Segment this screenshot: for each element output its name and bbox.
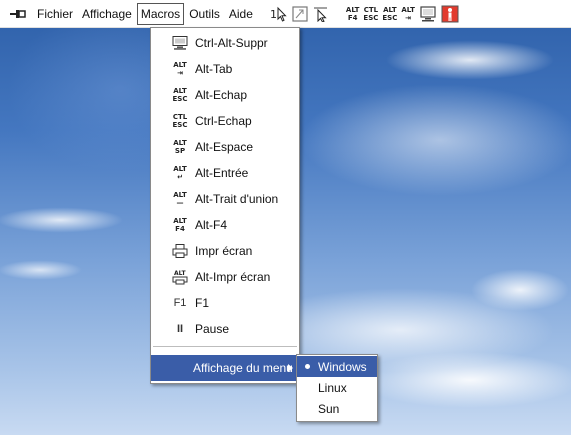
menu-item-label: F1: [195, 296, 210, 310]
alt-f4-icon[interactable]: ALT F4: [346, 3, 360, 25]
submenu-arrow-icon: [288, 364, 293, 372]
submenu-item-label: Windows: [318, 359, 367, 374]
menu-item-label: Affichage du menu: [193, 361, 293, 375]
menu-item-alt-tab[interactable]: ALT ⇥ Alt-Tab: [151, 56, 299, 82]
alt-esc-icon: ALT ESC: [172, 87, 188, 103]
submenu-item-label: Linux: [318, 380, 347, 395]
menu-item-label: Alt-Impr écran: [195, 270, 271, 284]
menu-outils[interactable]: Outils: [185, 3, 224, 25]
alt-space-icon: ALT SP: [173, 139, 187, 155]
alt-tab-icon: ALT ⇥: [173, 61, 187, 77]
menu-separator: [153, 346, 297, 347]
menu-item-ctrl-echap[interactable]: CTL ESC Ctrl-Echap: [151, 108, 299, 134]
submenu-item-linux[interactable]: Linux: [297, 377, 377, 398]
monitor-icon[interactable]: [419, 3, 437, 25]
menu-item-pause[interactable]: II Pause: [151, 316, 299, 342]
alt-printer-icon: ALT: [171, 269, 189, 285]
menu-item-label: Alt-Entrée: [195, 166, 249, 180]
alt-f4-icon: ALT F4: [173, 217, 187, 233]
menu-item-label: Alt-Espace: [195, 140, 254, 154]
alt-esc-icon[interactable]: ALT ESC: [382, 3, 397, 25]
menu-item-label: Alt-F4: [195, 218, 228, 232]
svg-text:ALT: ALT: [174, 270, 186, 277]
menu-item-alt-trait-dunion[interactable]: ALT — Alt-Trait d'union: [151, 186, 299, 212]
alt-hyphen-icon: ALT —: [173, 191, 187, 207]
alt-tab-icon[interactable]: ALT ⇥: [401, 3, 415, 25]
pointer-icon[interactable]: [312, 3, 330, 25]
affichage-du-menu-submenu: Windows Linux Sun: [296, 354, 378, 422]
person-exit-icon[interactable]: [441, 3, 459, 25]
menu-item-ctrl-alt-suppr[interactable]: Ctrl-Alt-Suppr: [151, 30, 299, 56]
ctrl-esc-icon[interactable]: CTL ESC: [363, 3, 378, 25]
submenu-item-sun[interactable]: Sun: [297, 398, 377, 419]
menu-macros[interactable]: Macros: [136, 2, 185, 25]
menu-item-label: Ctrl-Echap: [195, 114, 252, 128]
menu-item-label: Alt-Tab: [195, 62, 233, 76]
submenu-item-label: Sun: [318, 401, 340, 416]
svg-text:1: 1: [270, 8, 277, 21]
menu-item-affichage-du-menu[interactable]: Affichage du menu: [151, 355, 299, 381]
single-mouse-icon[interactable]: 1: [270, 3, 288, 25]
menu-item-alt-echap[interactable]: ALT ESC Alt-Echap: [151, 82, 299, 108]
submenu-item-windows[interactable]: Windows: [297, 356, 377, 377]
menu-item-label: Alt-Echap: [195, 88, 248, 102]
menu-item-f1[interactable]: F1 F1: [151, 290, 299, 316]
monitor-icon: [171, 36, 189, 50]
f1-icon: F1: [173, 297, 187, 309]
menu-affichage[interactable]: Affichage: [78, 3, 136, 25]
menu-item-label: Alt-Trait d'union: [195, 192, 279, 206]
window-icon[interactable]: [292, 3, 308, 25]
alt-enter-icon: ALT ↵: [173, 165, 187, 181]
ctrl-esc-icon: CTL ESC: [172, 113, 188, 129]
printer-icon: [171, 244, 189, 258]
pin-icon[interactable]: [7, 3, 29, 25]
menu-item-impr-ecran[interactable]: Impr écran: [151, 238, 299, 264]
menu-item-alt-impr-ecran[interactable]: ALT Alt-Impr écran: [151, 264, 299, 290]
menu-item-label: Ctrl-Alt-Suppr: [195, 36, 268, 50]
menu-fichier[interactable]: Fichier: [33, 3, 77, 25]
menu-item-alt-entree[interactable]: ALT ↵ Alt-Entrée: [151, 160, 299, 186]
menu-bar: Fichier Affichage Macros Outils Aide 1 A…: [0, 0, 571, 28]
menu-item-alt-espace[interactable]: ALT SP Alt-Espace: [151, 134, 299, 160]
pause-icon: II: [176, 323, 184, 335]
macros-dropdown-menu: Ctrl-Alt-Suppr ALT ⇥ Alt-Tab ALT ESC Alt…: [150, 27, 300, 384]
menu-item-label: Pause: [195, 322, 230, 336]
radio-bullet-icon: [305, 364, 310, 369]
menu-item-label: Impr écran: [195, 244, 253, 258]
menu-item-alt-f4[interactable]: ALT F4 Alt-F4: [151, 212, 299, 238]
menu-aide[interactable]: Aide: [225, 3, 257, 25]
